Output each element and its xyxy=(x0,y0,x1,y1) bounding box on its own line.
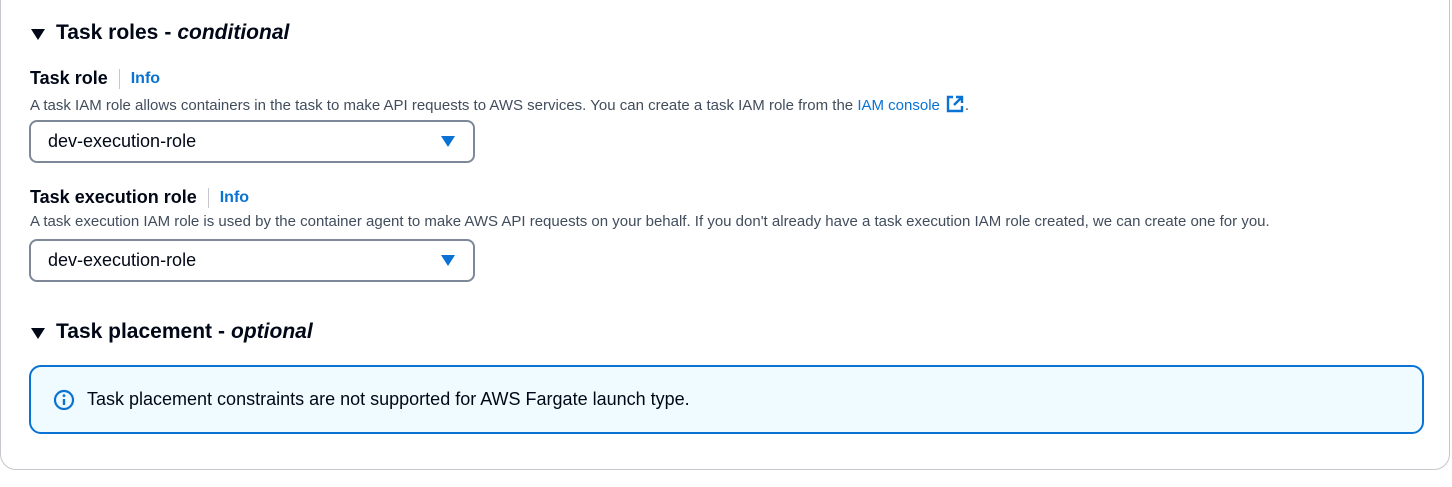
label-divider xyxy=(118,68,120,89)
task-execution-role-description: A task execution IAM role is used by the… xyxy=(30,213,1270,230)
task-roles-title: Task roles xyxy=(56,21,159,44)
task-roles-qualifier: conditional xyxy=(177,21,290,44)
task-placement-section-toggle[interactable]: Task placement - optional xyxy=(31,320,313,344)
task-execution-role-label: Task execution role xyxy=(30,187,197,207)
task-role-label: Task role xyxy=(30,68,108,88)
task-execution-role-select[interactable]: dev-execution-role xyxy=(29,239,475,282)
task-role-description-suffix: . xyxy=(964,97,970,114)
iam-console-link[interactable]: IAM console xyxy=(857,95,965,114)
task-role-select[interactable]: dev-execution-role xyxy=(29,120,475,163)
info-circle-icon xyxy=(53,389,75,411)
task-execution-role-selected-value: dev-execution-role xyxy=(48,250,197,270)
external-link-icon[interactable] xyxy=(945,94,965,118)
dropdown-caret-icon xyxy=(441,255,455,266)
task-execution-role-label-row: Task execution role Info xyxy=(30,187,249,208)
iam-console-link-text[interactable]: IAM console xyxy=(857,97,940,114)
task-placement-separator: - xyxy=(218,320,226,343)
task-role-description: A task IAM role allows containers in the… xyxy=(30,94,969,118)
placement-alert-message: Task placement constraints are not suppo… xyxy=(87,389,690,409)
task-role-label-row: Task role Info xyxy=(30,68,160,89)
dropdown-caret-icon xyxy=(441,136,455,147)
task-placement-qualifier: optional xyxy=(231,320,313,343)
task-definition-panel: Task roles - conditional Task role Info … xyxy=(0,0,1450,470)
task-role-description-text: A task IAM role allows containers in the… xyxy=(30,97,854,114)
task-placement-title: Task placement xyxy=(56,320,213,343)
caret-down-icon xyxy=(31,327,45,339)
task-role-info-link[interactable]: Info xyxy=(131,70,160,88)
caret-down-icon xyxy=(31,28,45,40)
task-execution-role-info-link[interactable]: Info xyxy=(220,189,249,207)
task-roles-separator: - xyxy=(164,21,172,44)
label-divider xyxy=(207,187,209,208)
task-role-selected-value: dev-execution-role xyxy=(48,131,197,151)
task-roles-section-toggle[interactable]: Task roles - conditional xyxy=(31,21,289,45)
placement-info-alert: Task placement constraints are not suppo… xyxy=(29,365,1424,434)
